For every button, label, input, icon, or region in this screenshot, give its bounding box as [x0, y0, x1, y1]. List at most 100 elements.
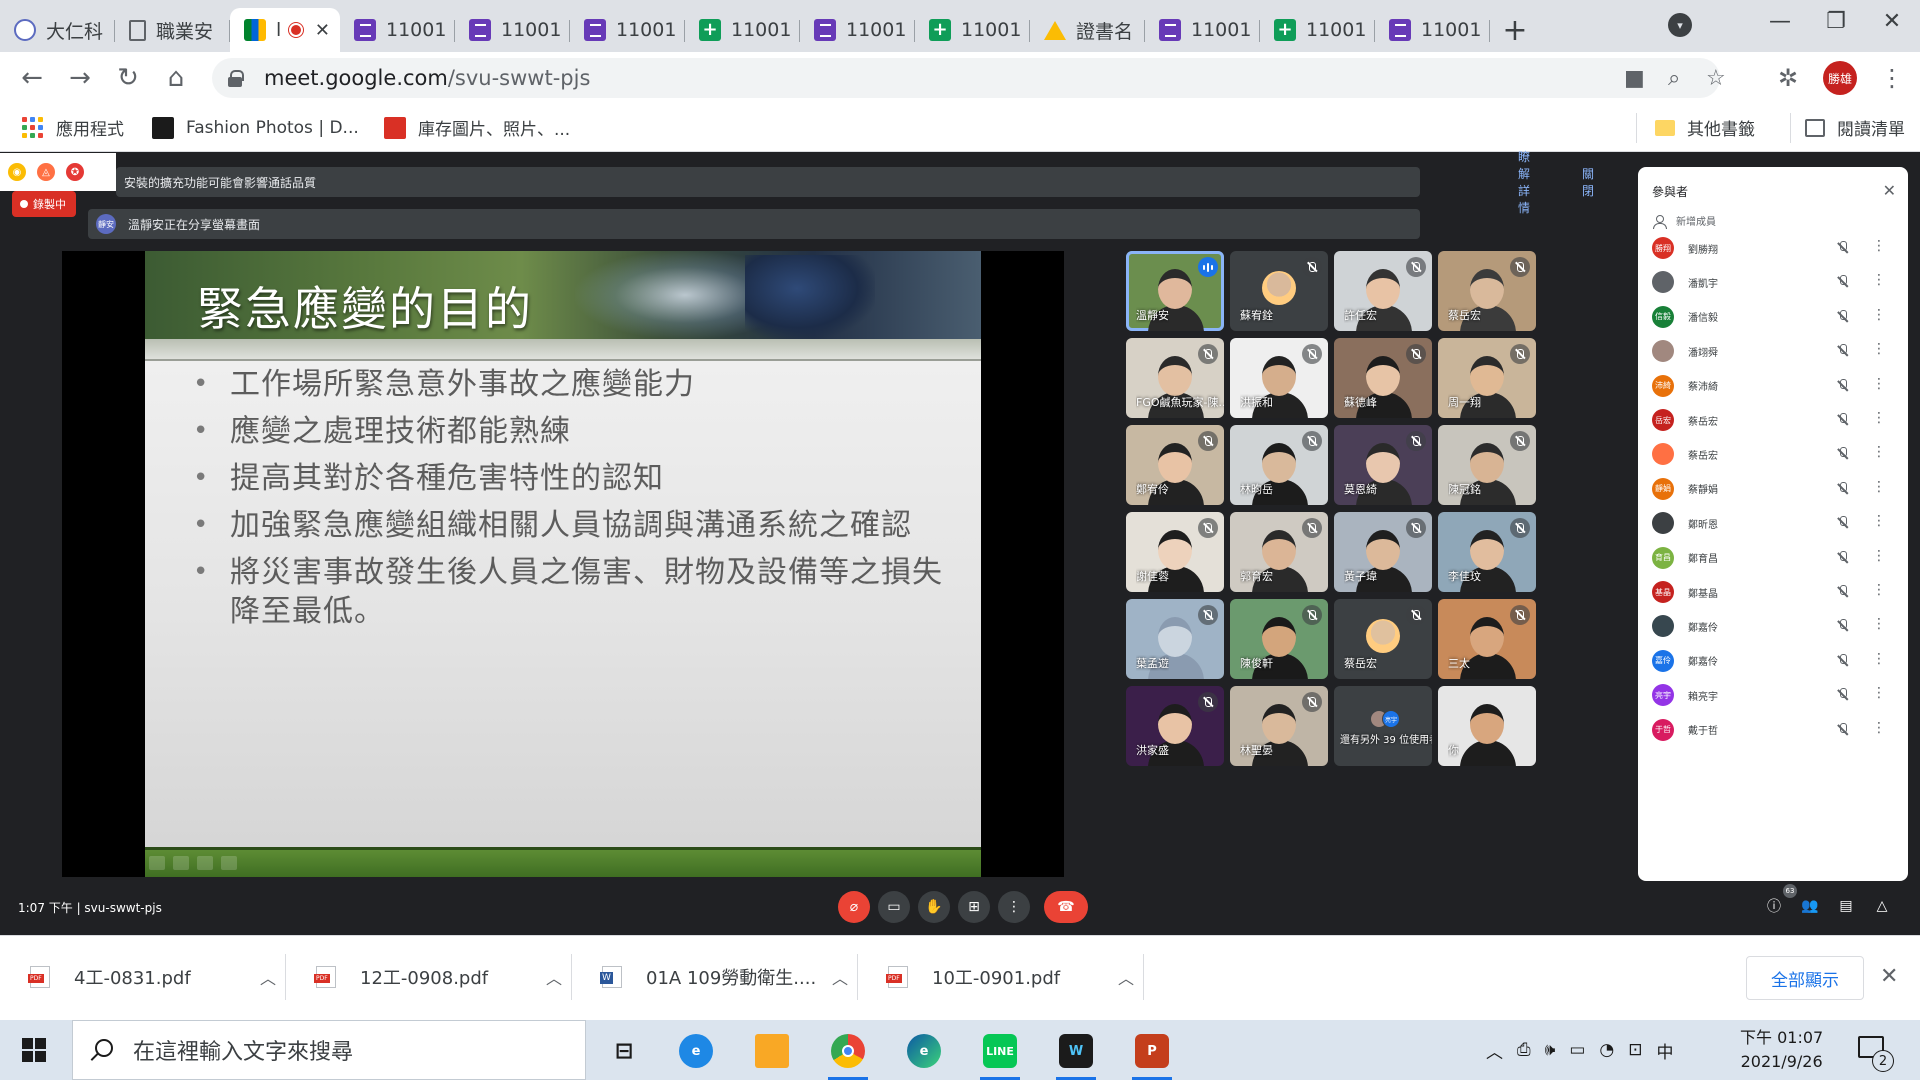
browser-tab[interactable]: 11001	[1260, 8, 1375, 52]
taskbar-search-box[interactable]: 在這裡輸入文字來搜尋	[72, 1020, 586, 1080]
taskbar-webex[interactable]: W	[1046, 1028, 1106, 1080]
bookmark-apps[interactable]: 應用程式	[22, 113, 124, 143]
browser-tab[interactable]: 11001	[1375, 8, 1490, 52]
participant-tile[interactable]: 蘇宥銓	[1230, 251, 1328, 331]
participant-tile[interactable]: 黃子瑋	[1334, 512, 1432, 592]
participant-list-item[interactable]: 育昌 鄭育昌 ⋮	[1652, 542, 1902, 574]
browser-tab[interactable]: 職業安	[115, 8, 230, 52]
more-actions-icon[interactable]: ⋮	[1872, 513, 1886, 529]
browser-menu-icon[interactable]: ⋮	[1880, 64, 1904, 92]
extension-icon[interactable]: ◉	[8, 163, 26, 181]
participant-list-item[interactable]: 鄭嘉伶 ⋮	[1652, 610, 1902, 642]
task-view-button[interactable]: ⊟	[594, 1028, 654, 1074]
participant-list-item[interactable]: 亮宇 賴亮宇 ⋮	[1652, 679, 1902, 711]
more-actions-icon[interactable]: ⋮	[1872, 720, 1886, 736]
more-actions-icon[interactable]: ⋮	[1872, 685, 1886, 701]
reload-button[interactable]: ↻	[104, 54, 152, 102]
meeting-details-button[interactable]: ⓘ	[1764, 896, 1784, 916]
participant-tile[interactable]: 陳俊軒	[1230, 599, 1328, 679]
browser-tab[interactable]: l ✕	[230, 8, 340, 52]
more-options-button[interactable]: ⋮	[998, 891, 1030, 923]
windows-start-icon[interactable]	[22, 1038, 46, 1062]
pen-icon[interactable]	[173, 856, 189, 870]
participant-list-item[interactable]: 岳宏 蔡岳宏 ⋮	[1652, 404, 1902, 436]
activities-button[interactable]: △	[1872, 896, 1892, 916]
volume-icon[interactable]: 🕪	[1545, 1040, 1556, 1060]
browser-tab[interactable]: 11001	[455, 8, 570, 52]
muted-mic-icon[interactable]	[1836, 344, 1850, 358]
close-window-button[interactable]: ✕	[1864, 0, 1920, 42]
browser-tab[interactable]: 11001	[1145, 8, 1260, 52]
learn-more-link[interactable]: 瞭解詳情	[1518, 148, 1530, 216]
more-actions-icon[interactable]: ⋮	[1872, 376, 1886, 392]
muted-mic-icon[interactable]	[1836, 275, 1850, 289]
participant-list-item[interactable]: 鄭昕恩 ⋮	[1652, 507, 1902, 539]
download-item[interactable]: 01A 109勞動衛生....doc ︿	[572, 954, 858, 1000]
camera-button[interactable]: ▭	[878, 891, 910, 923]
muted-mic-icon[interactable]	[1836, 481, 1850, 496]
participant-tile[interactable]: FGO鹹魚玩家-陳...	[1126, 338, 1224, 418]
browser-tab[interactable]: 大仁科	[0, 8, 115, 52]
muted-mic-icon[interactable]	[1836, 619, 1850, 633]
download-item[interactable]: 4工-0831.pdf ︿	[0, 954, 286, 1000]
raise-hand-button[interactable]: ✋	[918, 891, 950, 923]
muted-mic-icon[interactable]	[1836, 585, 1850, 599]
more-actions-icon[interactable]: ⋮	[1872, 616, 1886, 632]
muted-mic-icon[interactable]	[1836, 550, 1850, 565]
address-bar[interactable]: meet.google.com /svu-swwt-pjs ■ ⌕ ☆	[212, 58, 1726, 98]
participant-tile[interactable]: 鄭宥伶	[1126, 425, 1224, 505]
bookmark-star-icon[interactable]: ☆	[1706, 66, 1726, 91]
close-downloads-button[interactable]: ✕	[1880, 964, 1898, 989]
muted-mic-icon[interactable]	[1836, 413, 1850, 427]
extension-icon[interactable]: ◬	[37, 163, 55, 181]
taskbar-line[interactable]: LINE	[970, 1028, 1030, 1080]
taskbar-chrome[interactable]	[818, 1028, 878, 1080]
participant-list-item[interactable]: 勝翔 劉勝翔 ⋮	[1652, 232, 1902, 264]
close-tab-icon[interactable]: ✕	[315, 20, 330, 41]
participant-tile[interactable]: 三太	[1438, 599, 1536, 679]
chevron-up-icon[interactable]: ︿	[260, 965, 276, 989]
muted-mic-icon[interactable]	[1836, 378, 1850, 393]
chat-button[interactable]: ▤	[1836, 896, 1856, 916]
participant-tile[interactable]: 許任宏	[1334, 251, 1432, 331]
new-tab-button[interactable]: +	[1490, 8, 1540, 52]
show-hidden-icons[interactable]: ︿	[1486, 1038, 1503, 1063]
download-item[interactable]: 12工-0908.pdf ︿	[286, 954, 572, 1000]
taskbar-file-explorer[interactable]	[742, 1028, 802, 1074]
chevron-up-icon[interactable]: ︿	[1118, 965, 1134, 989]
participant-list-item[interactable]: 潘翊舜 ⋮	[1652, 335, 1902, 367]
participant-tile[interactable]: 蘇德峰	[1334, 338, 1432, 418]
back-button[interactable]: ←	[8, 54, 56, 102]
home-button[interactable]: ⌂	[152, 54, 200, 102]
muted-mic-icon[interactable]	[1836, 516, 1850, 530]
participant-tile[interactable]: 蔡岳宏	[1334, 599, 1432, 679]
more-actions-icon[interactable]: ⋮	[1872, 272, 1886, 288]
minimize-button[interactable]: —	[1752, 0, 1808, 42]
zoom-icon[interactable]: ⌕	[1668, 66, 1680, 91]
participant-tile[interactable]: 蔡岳宏	[1438, 251, 1536, 331]
browser-tab[interactable]: 11001	[685, 8, 800, 52]
participant-list-item[interactable]: 沛綺 蔡沛綺 ⋮	[1652, 370, 1902, 402]
more-actions-icon[interactable]: ⋮	[1872, 410, 1886, 426]
system-clock[interactable]: 下午 01:07 2021/9/26	[1740, 1026, 1823, 1074]
present-button[interactable]: ⊞	[958, 891, 990, 923]
screen-icon[interactable]: ⊡	[1628, 1040, 1642, 1060]
people-button[interactable]: 👥	[1800, 896, 1820, 916]
more-actions-icon[interactable]: ⋮	[1872, 582, 1886, 598]
more-actions-icon[interactable]: ⋮	[1872, 548, 1886, 564]
reading-list[interactable]: 閱讀清單	[1790, 112, 1905, 143]
bookmark-stock-photos[interactable]: 庫存圖片、照片、...	[384, 113, 570, 143]
participant-tile[interactable]: 林昀岳	[1230, 425, 1328, 505]
participant-tile[interactable]: 周一翔	[1438, 338, 1536, 418]
extension-icon[interactable]: ✪	[66, 163, 84, 181]
participant-tile[interactable]: 李佳玟	[1438, 512, 1536, 592]
participant-tile[interactable]: 溫靜安	[1126, 251, 1224, 331]
participant-tile[interactable]: 葉孟遊	[1126, 599, 1224, 679]
participant-list-item[interactable]: 信毅 潘信毅 ⋮	[1652, 301, 1902, 333]
mic-off-button[interactable]: ⌀	[838, 891, 870, 923]
close-panel-button[interactable]: ✕	[1883, 181, 1896, 200]
more-actions-icon[interactable]: ⋮	[1872, 238, 1886, 254]
input-method-indicator[interactable]: 中	[1656, 1038, 1673, 1063]
more-actions-icon[interactable]: ⋮	[1872, 444, 1886, 460]
device-icon[interactable]: ⎙	[1517, 1040, 1531, 1060]
